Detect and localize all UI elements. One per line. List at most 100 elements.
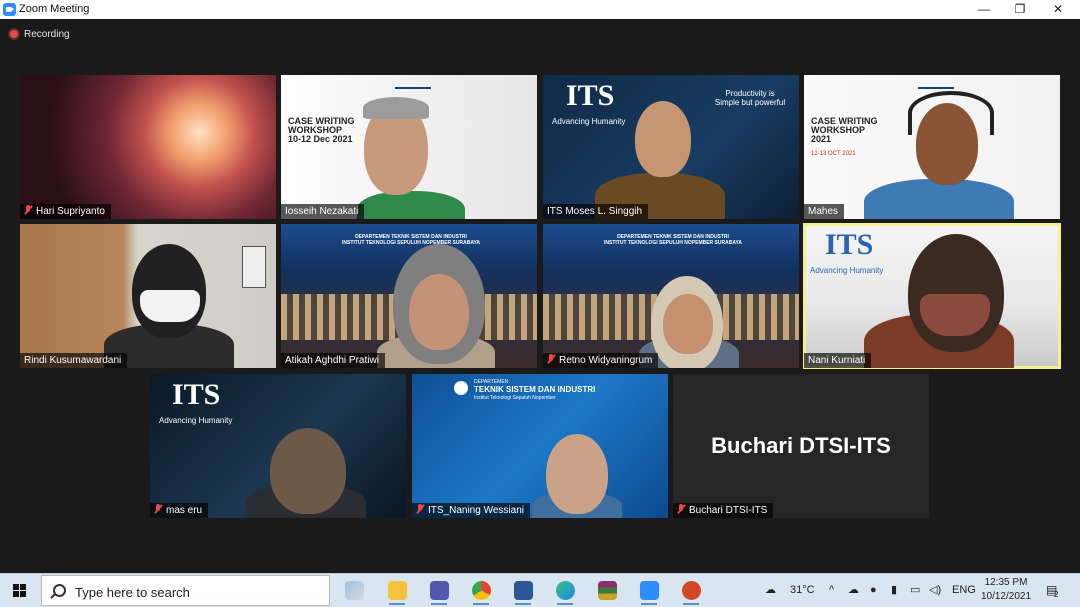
participant-nameplate: mas eru [150,503,209,518]
participant-name: Buchari DTSI-ITS [689,505,768,516]
participant-nameplate: Atikah Aghdhi Pratiwi [281,353,385,368]
zoom-icon [640,581,659,600]
window-titlebar: Zoom Meeting — ❐ ✕ [0,0,1080,19]
search-placeholder: Type here to search [75,585,190,600]
video-tile-camera-off[interactable]: Buchari DTSI-ITS Buchari DTSI-ITS [673,374,929,518]
background-title: CASE WRITING WORKSHOP 2021 [811,116,878,144]
background-title: TEKNIK SISTEM DAN INDUSTRI [474,385,596,394]
its-slogan: Advancing Humanity [810,266,884,275]
windows-logo-icon [20,591,26,597]
running-indicator [683,603,699,605]
video-tile[interactable]: DEPARTEMEN TEKNIK SISTEM DAN INDUSTRI IN… [543,224,799,368]
taskbar-search-box[interactable]: Type here to search [41,575,330,606]
participant-nameplate: Mahes [804,204,845,219]
video-tile[interactable]: Rindi Kusumawardani [20,224,276,368]
taskbar-app-file-explorer[interactable] [383,578,411,605]
windows-logo-icon [20,584,26,590]
video-tile[interactable]: CASE WRITING WORKSHOP 10-12 Dec 2021 Ios… [281,75,537,219]
chrome-icon [472,581,491,600]
running-indicator [557,603,573,605]
recording-label: Recording [24,29,70,40]
taskbar-app-powerpoint[interactable] [677,578,705,605]
taskbar-app-pen[interactable] [340,578,368,602]
video-tile[interactable]: ITS Advancing Humanity Productivity is S… [543,75,799,219]
participant-figure [864,179,1014,219]
taskbar-app-teams[interactable] [425,578,453,605]
participant-name: Mahes [808,206,839,217]
participant-name: ITS_Naning Wessiani [428,505,524,516]
participant-name: ITS Moses L. Singgih [547,206,643,217]
search-icon [53,584,66,597]
participant-nameplate: Rindi Kusumawardani [20,353,128,368]
participant-name: Atikah Aghdhi Pratiwi [285,355,379,366]
zoom-icon [3,3,16,16]
running-indicator [641,603,657,605]
video-tile[interactable]: ITS Advancing Humanity mas eru [150,374,406,518]
video-tile[interactable]: DEPARTEMEN TEKNIK SISTEM DAN INDUSTRI IN… [281,224,537,368]
weather-icon[interactable]: ☁ [765,574,783,607]
participant-figure [270,428,346,514]
participant-nameplate: ITS_Naning Wessiani [412,503,530,518]
recording-indicator[interactable]: Recording [10,29,70,40]
windows-logo-icon [13,584,19,590]
taskbar-clock[interactable]: 12:35 PM 10/12/2021 [976,576,1036,604]
pen-app-icon [345,581,364,600]
participant-nameplate: Hari Supriyanto [20,204,111,219]
windows-logo-icon [13,591,19,597]
edge-icon [556,581,575,600]
participant-nameplate: Iosseih Nezakati [281,204,365,219]
participant-name: Rindi Kusumawardani [24,355,122,366]
participant-name: Hari Supriyanto [36,206,105,217]
video-tile[interactable]: Hari Supriyanto [20,75,276,219]
usb-icon[interactable]: ▮ [891,574,897,607]
background-sub: Institut Teknologi Sepuluh Nopember [474,395,556,401]
running-indicator [431,603,447,605]
participant-display-name: Buchari DTSI-ITS [711,433,891,458]
winrar-icon [598,581,617,600]
close-button[interactable]: ✕ [1036,0,1080,19]
weather-temperature[interactable]: 31°C [790,574,815,607]
video-tile[interactable]: CASE WRITING WORKSHOP 2021 12-13 OCT 202… [804,75,1060,219]
recording-dot-icon [10,30,18,38]
background-header: DEPARTEMEN TEKNIK SISTEM DAN INDUSTRI IN… [342,234,480,246]
show-hidden-icons-icon[interactable]: ^ [829,574,834,607]
mic-muted-icon [416,504,424,514]
background-header: DEPARTEMEN TEKNIK SISTEM DAN INDUSTRI IN… [604,234,742,246]
participant-figure [409,274,469,350]
language-indicator[interactable]: ENG [952,574,976,607]
folder-icon [388,581,407,600]
taskbar-app-winrar[interactable] [593,578,621,602]
mask-icon [140,290,200,322]
taskbar-app-edge[interactable] [551,578,579,605]
participant-name: mas eru [166,505,203,516]
background-date: 12-13 OCT 2021 [811,151,856,157]
taskbar-app-zoom[interactable] [635,578,663,605]
window-title: Zoom Meeting [19,3,90,15]
volume-icon[interactable]: ◁) [929,574,941,607]
participant-figure [663,294,713,354]
headset-icon [908,91,994,135]
participant-figure [357,191,465,219]
start-button[interactable] [0,574,40,607]
onedrive-icon[interactable]: ☁ [848,574,859,607]
clock-time: 12:35 PM [984,577,1028,588]
cwam-logo [918,77,954,89]
mic-muted-icon [24,205,32,215]
background-title: CASE WRITING WORKSHOP 10-12 Dec 2021 [288,116,355,144]
security-icon[interactable]: ● [870,574,877,607]
taskbar-app-chrome[interactable] [467,578,495,605]
participant-nameplate: ITS Moses L. Singgih [543,204,649,219]
video-tile-active-speaker[interactable]: ITS Advancing Humanity Nani Kurniati [803,223,1061,369]
video-tile[interactable]: DEPARTEMEN TEKNIK SISTEM DAN INDUSTRI In… [412,374,668,518]
participant-name: Iosseih Nezakati [285,206,359,217]
participant-figure [363,97,429,119]
participant-name: Retno Widyaningrum [559,355,653,366]
cwam-logo [395,77,431,89]
taskbar-app-word[interactable] [509,578,537,605]
its-logo: ITS [566,79,615,112]
powerpoint-icon [682,581,701,600]
participant-nameplate: Buchari DTSI-ITS [673,503,774,518]
windows-taskbar: Type here to search ☁ 31°C ^ ☁ ● ▮ ▭ ◁) … [0,573,1080,607]
battery-icon[interactable]: ▭ [910,574,920,607]
mic-muted-icon [677,504,685,514]
